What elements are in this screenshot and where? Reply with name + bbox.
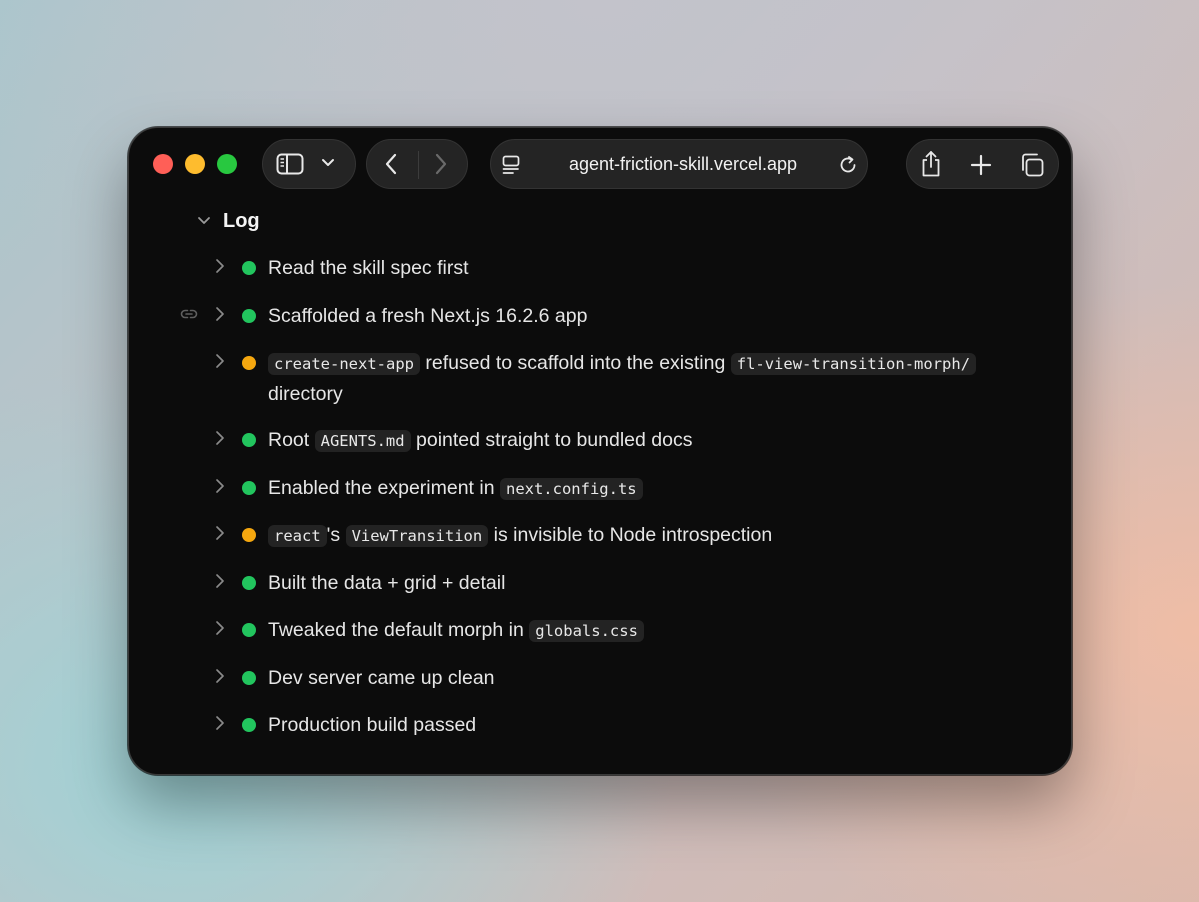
inline-code: create-next-app (268, 353, 420, 375)
text-fragment: refused to scaffold into the existing (419, 352, 731, 374)
text-fragment: Enabled the experiment in (268, 476, 500, 499)
chevron-down-icon (197, 216, 211, 226)
address-bar[interactable]: agent-friction-skill.vercel.app (490, 139, 868, 189)
text-fragment: 's (326, 524, 346, 546)
inline-code: next.config.ts (499, 477, 643, 500)
browser-toolbar: agent-friction-skill.vercel.app (129, 128, 1071, 202)
link-icon[interactable] (180, 305, 198, 323)
log-item[interactable]: Dev server came up clean (129, 664, 1071, 712)
status-dot-success (242, 670, 256, 685)
log-item[interactable]: react's ViewTransition is invisible to N… (129, 521, 1071, 569)
zoom-window-button[interactable] (217, 154, 237, 174)
log-item-text: Built the data + grid + detail (268, 568, 1041, 598)
reload-icon[interactable] (837, 154, 859, 176)
text-fragment: Read the skill spec first (268, 257, 469, 279)
chevron-down-icon[interactable] (321, 158, 335, 168)
chevron-right-icon[interactable] (215, 620, 225, 636)
inline-code: ViewTransition (345, 525, 489, 547)
minimize-window-button[interactable] (185, 154, 205, 174)
sidebar-toggle-group (262, 139, 356, 189)
section-title: Log (223, 209, 260, 232)
status-dot-success (242, 480, 256, 495)
log-item[interactable]: Enabled the experiment in next.config.ts (129, 474, 1071, 522)
chevron-right-icon[interactable] (215, 306, 225, 322)
log-item-text: Dev server came up clean (268, 663, 1041, 693)
status-dot-success (242, 575, 256, 590)
chevron-right-icon[interactable] (215, 668, 225, 684)
status-dot-warning (242, 356, 256, 370)
toolbar-actions-group (906, 139, 1059, 189)
log-item[interactable]: Production build passed (129, 711, 1071, 759)
log-item[interactable]: Scaffolded a fresh Next.js 16.2.6 app (129, 302, 1071, 350)
navigation-group (366, 139, 468, 189)
inline-code: globals.css (529, 620, 644, 642)
log-item[interactable]: Read the skill spec first (129, 254, 1071, 302)
chevron-right-icon[interactable] (215, 258, 225, 274)
back-button-icon[interactable] (384, 153, 398, 175)
log-item-text: Enabled the experiment in next.config.ts (268, 473, 1041, 504)
text-fragment: Production build passed (268, 714, 477, 736)
sidebar-icon[interactable] (276, 153, 304, 175)
log-item-text: Scaffolded a fresh Next.js 16.2.6 app (268, 301, 1041, 331)
status-dot-success (242, 433, 256, 447)
browser-window: agent-friction-skill.vercel.app Log Read… (128, 127, 1072, 775)
status-dot-success (242, 623, 256, 637)
chevron-right-icon[interactable] (215, 353, 225, 369)
log-item-text: react's ViewTransition is invisible to N… (268, 520, 1041, 551)
log-item[interactable]: create-next-app refused to scaffold into… (129, 349, 1071, 426)
log-item[interactable]: Root AGENTS.md pointed straight to bundl… (129, 426, 1071, 474)
new-tab-plus-icon[interactable] (970, 154, 992, 176)
log-section-toggle[interactable]: Log (197, 206, 260, 236)
forward-button-icon[interactable] (434, 153, 448, 175)
text-fragment: Tweaked the default morph in (268, 619, 530, 641)
inline-code: AGENTS.md (314, 430, 411, 452)
log-item-text: Root AGENTS.md pointed straight to bundl… (268, 425, 1041, 456)
status-dot-success (242, 308, 256, 323)
close-window-button[interactable] (153, 154, 173, 174)
chevron-right-icon[interactable] (215, 715, 225, 731)
text-fragment: Root (268, 429, 315, 451)
share-icon[interactable] (920, 150, 942, 178)
log-item[interactable]: Tweaked the default morph in globals.css (129, 616, 1071, 664)
log-item-text: create-next-app refused to scaffold into… (268, 348, 1041, 409)
text-fragment: pointed straight to bundled docs (410, 429, 693, 451)
chevron-right-icon[interactable] (215, 478, 225, 494)
inline-code: fl-view-transition-morph/ (730, 353, 977, 375)
url-text[interactable]: agent-friction-skill.vercel.app (491, 154, 867, 175)
inline-code: react (268, 525, 327, 547)
text-fragment: Dev server came up clean (268, 666, 495, 689)
text-fragment: Scaffolded a fresh Next.js 16.2.6 app (268, 304, 588, 327)
log-item[interactable]: Built the data + grid + detail (129, 569, 1071, 617)
text-fragment: Built the data + grid + detail (268, 571, 506, 594)
text-fragment: is invisible to Node introspection (488, 524, 773, 546)
log-item-text: Production build passed (268, 710, 1041, 740)
nav-divider (418, 151, 419, 179)
chevron-right-icon[interactable] (215, 525, 225, 541)
log-item-text: Tweaked the default morph in globals.css (268, 615, 1041, 646)
text-fragment: directory (268, 383, 343, 405)
chevron-right-icon[interactable] (215, 430, 225, 446)
status-dot-success (242, 718, 256, 732)
status-dot-warning (242, 528, 256, 542)
log-item-text: Read the skill spec first (268, 253, 1041, 283)
tab-overview-icon[interactable] (1019, 152, 1045, 178)
log-list: Read the skill spec first Scaffolded a fr… (129, 254, 1071, 759)
status-dot-success (242, 261, 256, 275)
chevron-right-icon[interactable] (215, 573, 225, 589)
